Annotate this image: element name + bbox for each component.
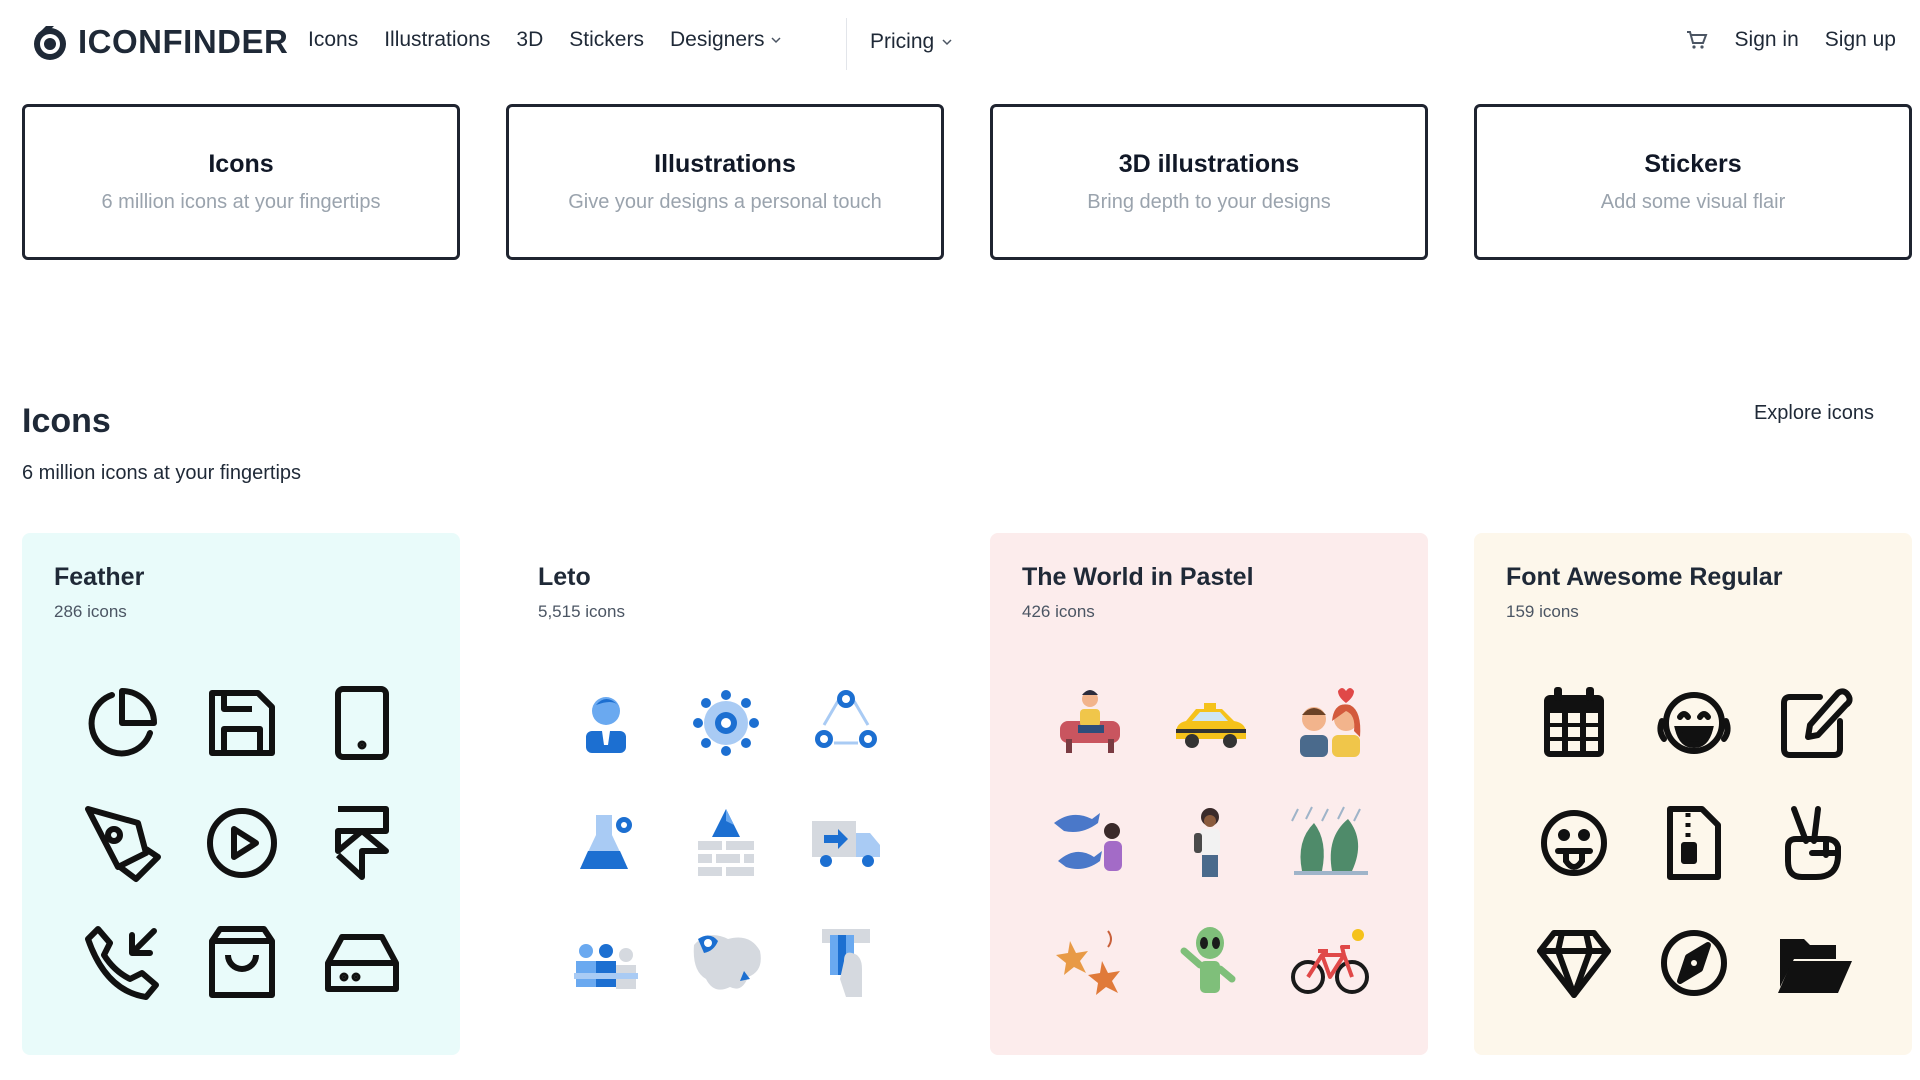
icon-grid: [1514, 663, 1874, 1023]
icon-set-card[interactable]: Font Awesome Regular 159 icons: [1474, 533, 1912, 1055]
peace-hand-icon: [1785, 806, 1841, 880]
set-name: Font Awesome Regular: [1506, 563, 1783, 591]
card-title: Stickers: [1644, 150, 1742, 178]
laughing-face-icon: [1657, 692, 1731, 754]
card-subtitle: Give your designs a personal touch: [568, 191, 882, 213]
nav-illustrations[interactable]: Illustrations: [384, 28, 490, 52]
section-title: Icons: [22, 402, 111, 440]
world-map-icon: [693, 935, 761, 990]
nav-divider: [846, 18, 847, 70]
nav-icons[interactable]: Icons: [308, 28, 358, 52]
icon-grid: [546, 663, 906, 1023]
chevron-down-icon: [942, 39, 952, 46]
category-card-3d[interactable]: 3D illustrations Bring depth to your des…: [990, 104, 1428, 260]
team-icon: [574, 944, 638, 989]
sign-in-link[interactable]: Sign in: [1735, 28, 1799, 52]
card-title: 3D illustrations: [1118, 150, 1300, 178]
chevron-down-icon: [770, 37, 781, 44]
nav-pricing[interactable]: Pricing: [870, 30, 952, 54]
card-title: Illustrations: [654, 150, 796, 178]
save-icon: [209, 690, 275, 756]
category-cards: Icons 6 million icons at your fingertips…: [22, 104, 1912, 260]
logo-text: ICONFINDER: [78, 23, 289, 60]
shopping-bag-icon: [209, 926, 275, 998]
play-circle-icon: [207, 808, 277, 878]
rainy-forest-icon: [1291, 806, 1368, 875]
person-reading-icon: [1060, 690, 1120, 753]
autumn-leaves-icon: [1056, 930, 1120, 995]
main-nav: Icons Illustrations 3D Stickers Designer…: [308, 28, 807, 52]
set-count: 426 icons: [1022, 602, 1095, 621]
nav-designers[interactable]: Designers: [670, 28, 781, 52]
card-subtitle: Add some visual flair: [1600, 191, 1786, 213]
lab-flask-icon: [580, 815, 632, 869]
icon-set-card[interactable]: The World in Pastel 426 icons: [990, 533, 1428, 1055]
set-name: Leto: [538, 563, 591, 591]
set-name: The World in Pastel: [1022, 563, 1254, 591]
folder-open-icon: [1778, 939, 1852, 993]
user-icon: [586, 697, 626, 753]
icon-set-card[interactable]: Leto 5,515 icons: [506, 533, 944, 1055]
sign-up-link[interactable]: Sign up: [1825, 28, 1896, 52]
set-name: Feather: [54, 563, 145, 591]
pie-chart-icon: [88, 688, 157, 757]
account-nav: Sign in Sign up: [1685, 28, 1896, 52]
compass-icon: [1661, 930, 1727, 996]
card-title: Icons: [208, 150, 274, 178]
traveler-icon: [1194, 808, 1220, 877]
explore-icons-link[interactable]: Explore icons: [1754, 402, 1874, 425]
couple-icon: [1300, 688, 1361, 757]
edit-icon: [1781, 688, 1853, 758]
card-subtitle: Bring depth to your designs: [1087, 191, 1331, 213]
icon-sets: Feather 286 icons Leto 5,515 icons The W…: [22, 533, 1912, 1055]
delivery-truck-icon: [812, 821, 880, 867]
icon-grid: [62, 663, 422, 1023]
eye-logo-icon: [34, 26, 66, 60]
nav-3d[interactable]: 3D: [516, 28, 543, 52]
taxi-icon: [1176, 703, 1246, 748]
tablet-icon: [335, 686, 389, 760]
gem-icon: [1537, 930, 1611, 998]
logo[interactable]: ICONFINDER: [30, 22, 288, 62]
set-count: 5,515 icons: [538, 602, 625, 621]
pen-tool-icon: [85, 806, 161, 882]
phone-incoming-icon: [85, 926, 159, 1000]
atm-card-icon: [822, 929, 870, 997]
cart-icon[interactable]: [1685, 28, 1709, 52]
section-subtitle: 6 million icons at your fingertips: [22, 462, 302, 484]
share-network-icon: [815, 690, 877, 748]
settings-icon: [693, 690, 759, 756]
zip-file-icon: [1667, 806, 1721, 880]
category-card-stickers[interactable]: Stickers Add some visual flair: [1474, 104, 1912, 260]
set-count: 286 icons: [54, 602, 127, 621]
set-count: 159 icons: [1506, 602, 1579, 621]
nav-stickers[interactable]: Stickers: [569, 28, 644, 52]
top-navigation: ICONFINDER Icons Illustrations 3D Sticke…: [0, 0, 1920, 90]
hard-drive-icon: [325, 934, 399, 992]
icon-set-card[interactable]: Feather 286 icons: [22, 533, 460, 1055]
framer-icon: [335, 806, 389, 880]
nav-pricing-label: Pricing: [870, 30, 935, 53]
category-card-icons[interactable]: Icons 6 million icons at your fingertips: [22, 104, 460, 260]
brick-wall-icon: [698, 809, 754, 876]
tongue-face-icon: [1541, 810, 1607, 876]
category-card-illustrations[interactable]: Illustrations Give your designs a person…: [506, 104, 944, 260]
card-subtitle: 6 million icons at your fingertips: [101, 191, 381, 213]
calendar-icon: [1544, 687, 1604, 757]
nav-designers-label: Designers: [669, 28, 765, 51]
alien-icon: [1180, 927, 1236, 993]
icon-grid: [1030, 663, 1390, 1023]
bicycle-icon: [1291, 929, 1369, 994]
dolphins-icon: [1054, 813, 1122, 871]
